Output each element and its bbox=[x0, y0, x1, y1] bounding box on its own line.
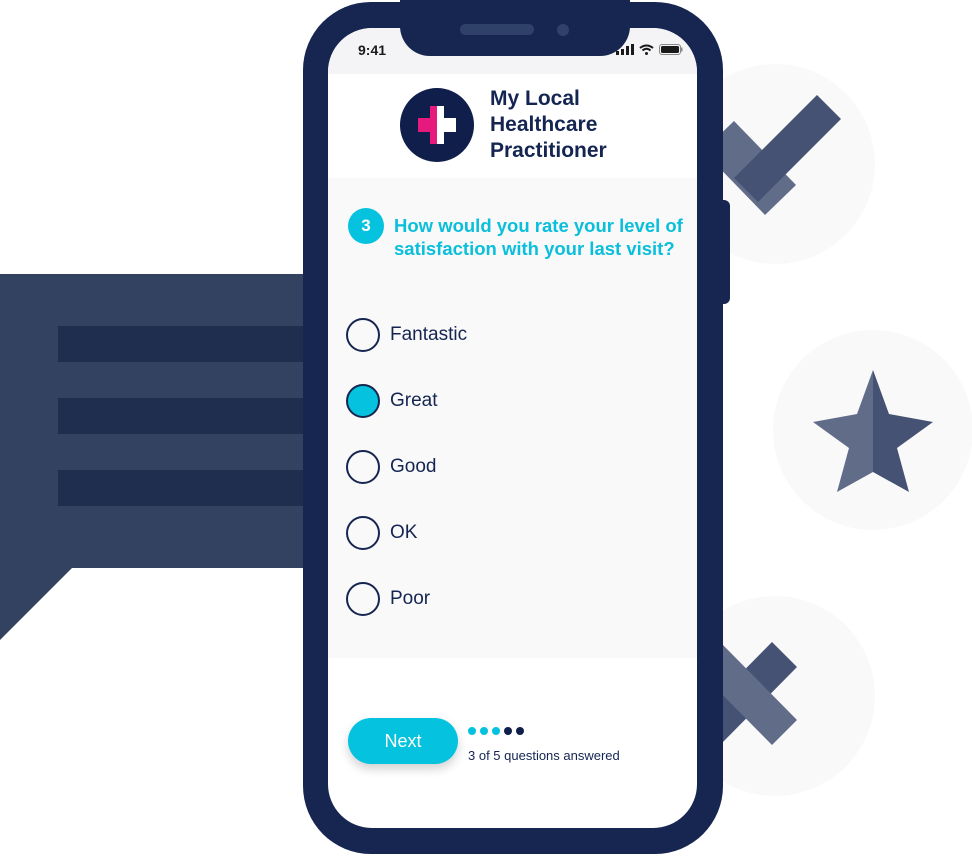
wifi-icon bbox=[639, 44, 654, 55]
next-button[interactable]: Next bbox=[348, 718, 458, 764]
status-icons bbox=[616, 44, 683, 55]
battery-icon bbox=[659, 44, 683, 55]
option-label: Great bbox=[390, 390, 438, 411]
progress-dots bbox=[468, 727, 524, 735]
option-label: Good bbox=[390, 456, 437, 477]
logo bbox=[400, 88, 474, 162]
option-label: OK bbox=[390, 522, 418, 543]
phone-camera bbox=[557, 24, 569, 36]
chat-bubble-icon bbox=[0, 274, 320, 640]
option-good[interactable]: Good bbox=[346, 450, 436, 484]
progress-dot-complete bbox=[468, 727, 476, 735]
progress-dot-complete bbox=[480, 727, 488, 735]
status-time: 9:41 bbox=[358, 42, 387, 58]
progress-dot-pending bbox=[516, 727, 524, 735]
radio-button[interactable] bbox=[346, 318, 380, 352]
medical-cross-icon bbox=[418, 106, 456, 144]
option-label: Fantastic bbox=[390, 324, 468, 345]
progress-dot-pending bbox=[504, 727, 512, 735]
question-text: How would you rate your level of satisfa… bbox=[394, 215, 683, 259]
brand-line-2: Healthcare bbox=[490, 113, 598, 136]
radio-button[interactable] bbox=[346, 516, 380, 550]
brand-name: My Local Healthcare Practitioner bbox=[490, 86, 690, 164]
radio-button-selected[interactable] bbox=[346, 384, 380, 418]
option-fantastic[interactable]: Fantastic bbox=[346, 318, 467, 352]
radio-button[interactable] bbox=[346, 450, 380, 484]
option-great[interactable]: Great bbox=[346, 384, 438, 418]
star-icon bbox=[813, 370, 933, 492]
brand-line-3: Practitioner bbox=[490, 139, 607, 162]
progress-text: 3 of 5 questions answered bbox=[468, 748, 620, 763]
option-label: Poor bbox=[390, 588, 431, 609]
progress-dot-complete bbox=[492, 727, 500, 735]
phone-screen: 9:41 My Local Healthcare Practitioner 3 … bbox=[328, 28, 697, 828]
option-ok[interactable]: OK bbox=[346, 516, 417, 550]
brand-line-1: My Local bbox=[490, 87, 580, 110]
option-poor[interactable]: Poor bbox=[346, 582, 430, 616]
star-badge bbox=[773, 330, 972, 530]
radio-button[interactable] bbox=[346, 582, 380, 616]
question-number-badge: 3 bbox=[348, 208, 384, 244]
phone-speaker bbox=[460, 24, 534, 35]
